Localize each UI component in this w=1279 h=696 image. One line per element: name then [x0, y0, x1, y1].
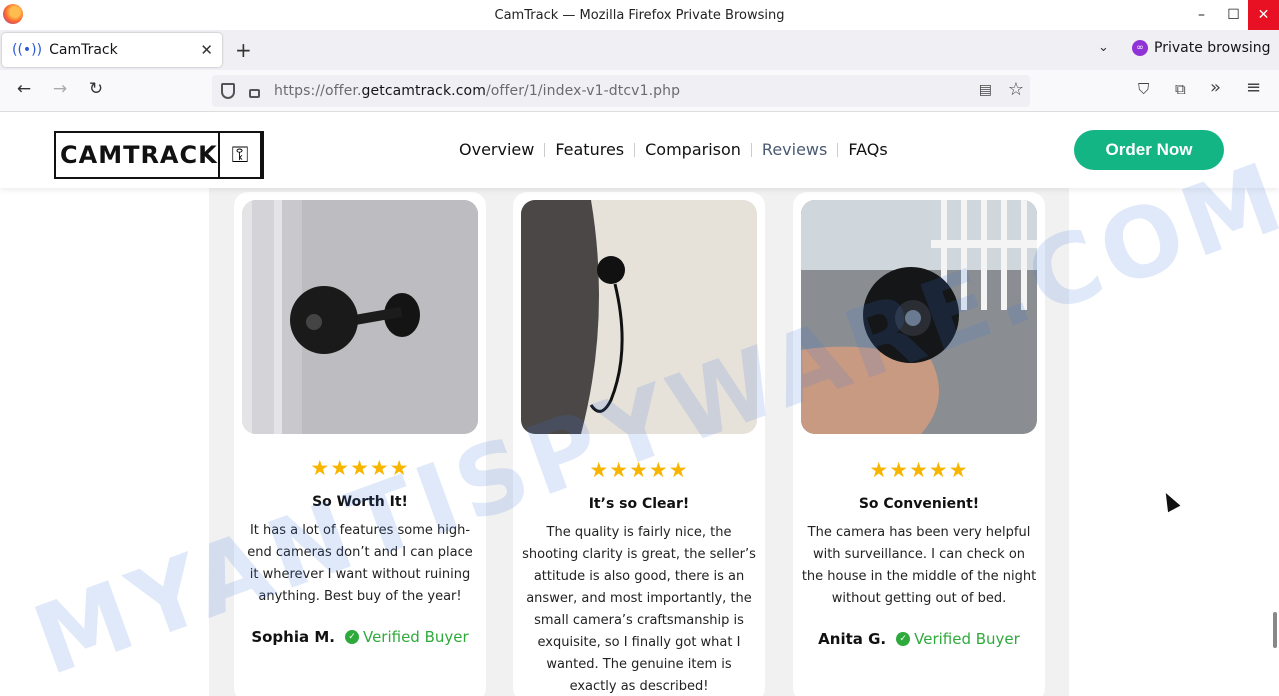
review-photo [521, 200, 757, 434]
close-window-button[interactable]: ✕ [1248, 0, 1279, 30]
broadcast-icon: ((•)) [12, 42, 43, 58]
private-mask-icon: ∞ [1132, 40, 1148, 56]
review-card: ★★★★★ It’s so Clear! The quality is fair… [513, 192, 765, 696]
list-all-tabs-button[interactable]: ⌄ [1098, 40, 1109, 55]
private-browsing-indicator: ∞ Private browsing [1132, 40, 1271, 56]
review-author: Sophia M. ✓ Verified Buyer [234, 628, 486, 646]
star-rating: ★★★★★ [310, 456, 410, 480]
reader-view-icon[interactable]: ▤ [979, 82, 992, 98]
author-name: Sophia M. [251, 628, 335, 646]
nav-faqs[interactable]: FAQs [838, 140, 897, 159]
review-title: It’s so Clear! [588, 496, 690, 512]
address-bar[interactable]: https://offer.getcamtrack.com/offer/1/in… [212, 75, 1030, 107]
reload-button[interactable]: ↻ [84, 79, 108, 99]
review-photo [801, 200, 1037, 434]
author-name: Anita G. [818, 630, 887, 648]
nav-overview[interactable]: Overview [449, 140, 544, 159]
reviews-section: ★★★★★ So Worth It! It has a lot of featu… [209, 172, 1069, 696]
nav-features[interactable]: Features [545, 140, 634, 159]
minimize-button[interactable]: – [1186, 0, 1217, 30]
close-tab-icon[interactable]: ✕ [200, 41, 213, 59]
tracking-shield-icon[interactable] [221, 83, 235, 99]
window-title: CamTrack — Mozilla Firefox Private Brows… [494, 7, 785, 23]
verified-badge: Verified Buyer [362, 628, 469, 646]
review-body: The camera has been very helpful with su… [801, 525, 1037, 606]
tab-camtrack[interactable]: ((•)) CamTrack ✕ [2, 33, 222, 67]
page-viewport: CAMTRACK ⚿ Overview Features Comparison … [0, 112, 1279, 696]
review-photo [242, 200, 478, 434]
back-button[interactable]: ← [12, 79, 36, 99]
lock-icon[interactable] [249, 88, 260, 98]
mouse-cursor-icon [1159, 489, 1181, 513]
review-body: It has a lot of features some high-end c… [247, 523, 473, 604]
review-author: Anita G. ✓ Verified Buyer [793, 630, 1045, 648]
review-body: The quality is fairly nice, the shooting… [522, 525, 756, 694]
app-menu-icon[interactable]: ≡ [1246, 77, 1261, 98]
camtrack-logo[interactable]: CAMTRACK ⚿ [54, 131, 264, 179]
star-rating: ★★★★★ [589, 458, 689, 482]
maximize-button[interactable]: ☐ [1218, 0, 1249, 30]
forward-button[interactable]: → [48, 79, 72, 99]
key-icon: ⚿ [218, 131, 262, 179]
star-rating: ★★★★★ [869, 458, 969, 482]
navigation-toolbar: ← → ↻ https://offer.getcamtrack.com/offe… [0, 70, 1279, 112]
nav-comparison[interactable]: Comparison [635, 140, 751, 159]
overflow-menu-icon[interactable]: » [1210, 77, 1221, 98]
verified-check-icon: ✓ [896, 632, 911, 646]
tab-label: CamTrack [49, 42, 118, 58]
site-nav: Overview Features Comparison Reviews FAQ… [449, 140, 898, 159]
nav-reviews[interactable]: Reviews [752, 140, 837, 159]
page-scrollbar[interactable] [1273, 612, 1277, 648]
review-card: ★★★★★ So Convenient! The camera has been… [793, 192, 1045, 696]
new-tab-button[interactable]: + [235, 38, 252, 62]
review-title: So Convenient! [858, 496, 980, 512]
order-now-button[interactable]: Order Now [1074, 130, 1224, 170]
url-text[interactable]: https://offer.getcamtrack.com/offer/1/in… [274, 83, 680, 99]
verified-check-icon: ✓ [344, 630, 359, 644]
bookmark-star-icon[interactable]: ☆ [1008, 79, 1024, 100]
review-title: So Worth It! [312, 494, 408, 510]
site-header: CAMTRACK ⚿ Overview Features Comparison … [0, 112, 1279, 188]
extensions-icon[interactable]: ⧉ [1175, 80, 1186, 98]
firefox-logo-icon [3, 4, 23, 24]
private-browsing-label: Private browsing [1154, 40, 1271, 56]
logo-text: CAMTRACK [60, 141, 218, 169]
pocket-icon[interactable]: ⛉ [1138, 80, 1149, 98]
tab-strip: ((•)) CamTrack ✕ + ⌄ ∞ Private browsing [0, 30, 1279, 70]
review-card: ★★★★★ So Worth It! It has a lot of featu… [234, 192, 486, 696]
window-titlebar: CamTrack — Mozilla Firefox Private Brows… [0, 0, 1279, 30]
verified-badge: Verified Buyer [914, 630, 1020, 648]
